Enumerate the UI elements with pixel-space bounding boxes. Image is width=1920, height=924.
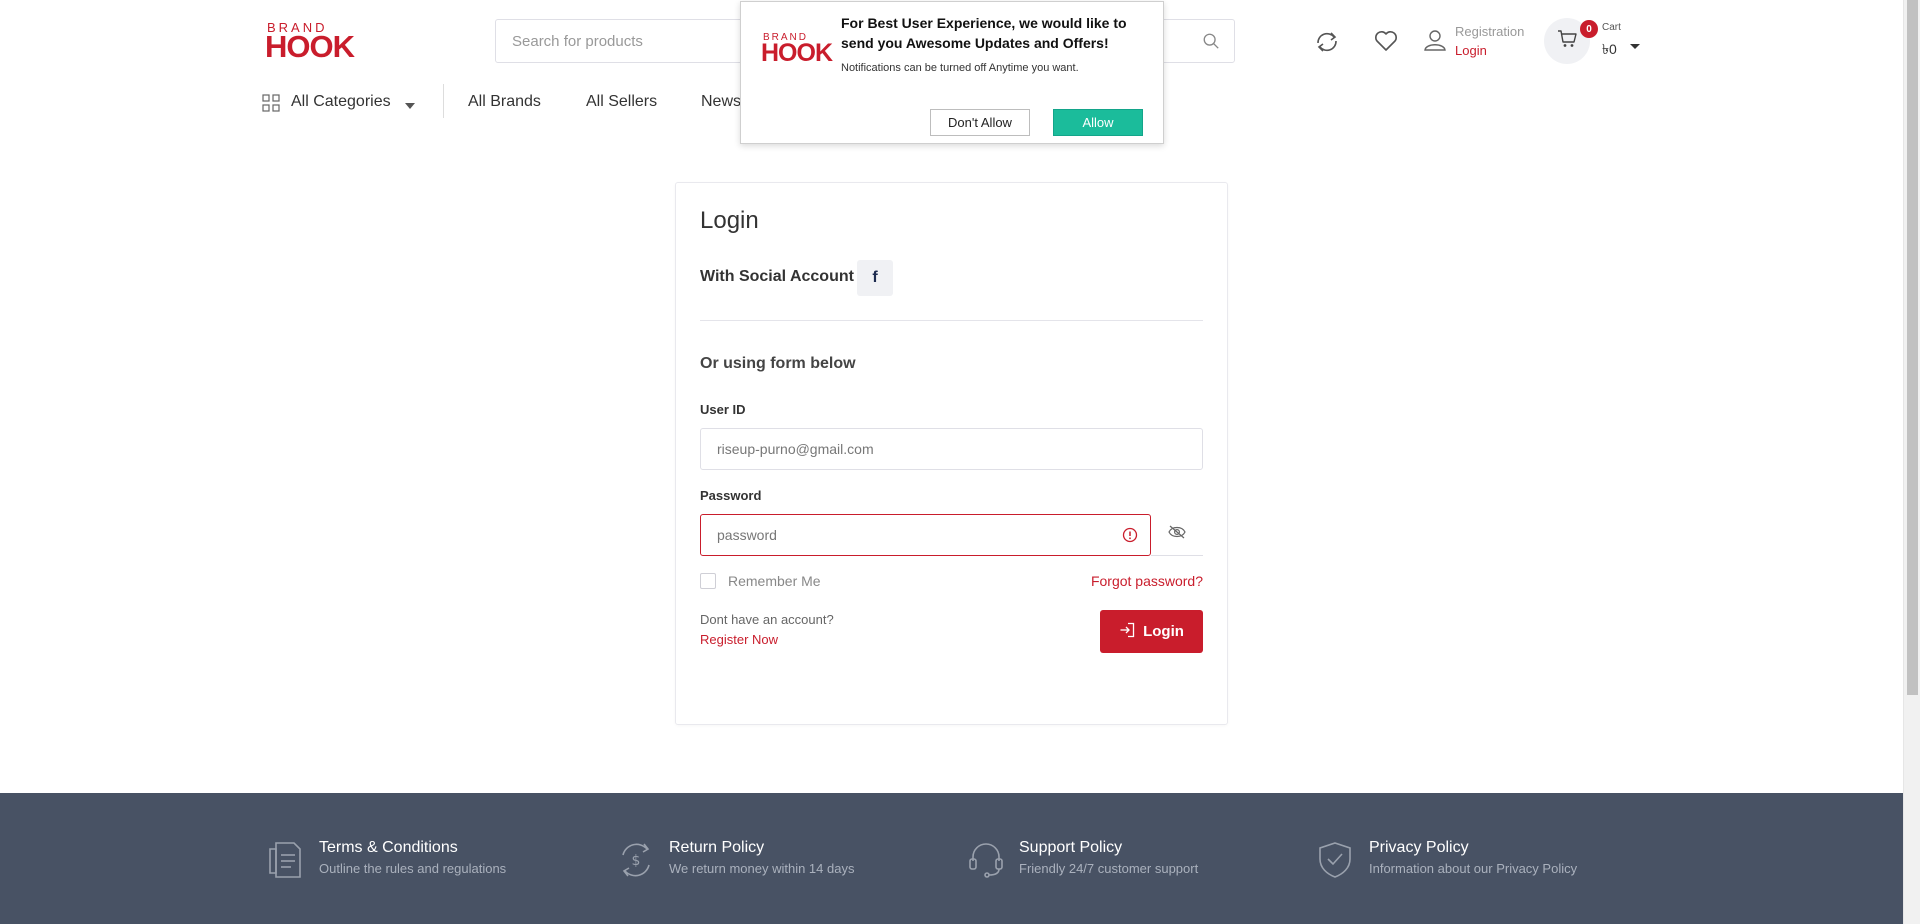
eye-slash-icon <box>1168 525 1186 544</box>
password-label: Password <box>700 488 762 503</box>
facebook-login-button[interactable]: f <box>857 260 893 296</box>
no-account-text: Dont have an account? <box>700 612 834 627</box>
registration-link[interactable]: Registration <box>1455 24 1524 39</box>
user-id-label: User ID <box>700 402 746 417</box>
money-return-icon: $ <box>617 841 655 879</box>
error-icon <box>1122 527 1138 543</box>
facebook-icon: f <box>872 269 878 286</box>
shield-check-icon <box>1317 841 1355 879</box>
divider <box>700 320 1203 321</box>
all-categories-label: All Categories <box>291 93 391 110</box>
scrollbar-thumb[interactable] <box>1907 0 1918 695</box>
brandhook-logo[interactable]: BRAND HOOK <box>265 20 355 64</box>
footer-item-title: Support Policy <box>1019 839 1123 856</box>
nav-link-all-brands[interactable]: All Brands <box>468 93 541 111</box>
register-now-link[interactable]: Register Now <box>700 632 778 647</box>
footer-item-subtitle: Friendly 24/7 customer support <box>1019 861 1199 876</box>
nav-link-all-sellers[interactable]: All Sellers <box>586 93 657 111</box>
logo-hook-text: HOOK <box>265 29 355 64</box>
chevron-down-icon <box>1630 44 1640 49</box>
remember-me-checkbox[interactable] <box>700 573 716 589</box>
popup-body: Notifications can be turned off Anytime … <box>841 62 1079 74</box>
cart-label: Cart <box>1602 22 1621 33</box>
sign-in-icon <box>1119 622 1135 642</box>
cart-count-badge: 0 <box>1580 20 1598 38</box>
password-input[interactable] <box>700 514 1151 556</box>
heart-icon[interactable] <box>1371 26 1401 56</box>
footer-item-title: Privacy Policy <box>1369 839 1469 856</box>
social-account-label: With Social Account <box>700 268 854 285</box>
vertical-scrollbar[interactable] <box>1903 0 1920 924</box>
login-title: Login <box>700 207 759 234</box>
popup-logo-hook-text: HOOK <box>761 39 833 67</box>
footer-item-subtitle: We return money within 14 days <box>669 861 855 876</box>
notification-permission-popup: BRAND HOOK For Best User Experience, we … <box>740 1 1164 144</box>
remember-me-label[interactable]: Remember Me <box>728 573 821 589</box>
popup-title: For Best User Experience, we would like … <box>841 15 1127 51</box>
cart-button[interactable]: 0 Cart ৳0 <box>1544 18 1644 64</box>
forgot-password-link[interactable]: Forgot password? <box>1091 573 1203 589</box>
dont-allow-button[interactable]: Don't Allow <box>930 109 1030 136</box>
footer-item-subtitle: Information about our Privacy Policy <box>1369 861 1578 876</box>
footer-item-title: Terms & Conditions <box>319 839 458 856</box>
all-categories-dropdown[interactable]: All Categories <box>262 90 422 116</box>
user-icon <box>1423 28 1447 52</box>
toggle-password-visibility[interactable] <box>1151 514 1203 556</box>
footer-policies: Terms & Conditions Outline the rules and… <box>0 793 1903 924</box>
account-menu: Registration Login <box>1423 22 1533 62</box>
nav-link-news[interactable]: News <box>701 93 741 111</box>
compare-icon[interactable] <box>1312 27 1342 57</box>
login-button[interactable]: Login <box>1100 610 1203 653</box>
page: BRAND HOOK Registration Login 0 Cart ৳0 <box>0 0 1903 924</box>
form-intro-label: Or using form below <box>700 355 856 372</box>
search-icon[interactable] <box>1202 32 1222 52</box>
svg-text:$: $ <box>632 853 641 869</box>
user-id-input[interactable] <box>700 428 1203 470</box>
login-button-label: Login <box>1143 623 1184 640</box>
nav-divider <box>443 84 444 118</box>
cart-icon <box>1557 29 1577 53</box>
login-link[interactable]: Login <box>1455 43 1487 58</box>
grid-icon <box>262 94 280 112</box>
footer-item-title: Return Policy <box>669 839 765 856</box>
footer-item-subtitle: Outline the rules and regulations <box>319 861 507 876</box>
document-icon <box>267 841 305 879</box>
allow-button[interactable]: Allow <box>1053 109 1143 136</box>
headset-icon <box>967 841 1005 879</box>
cart-amount: ৳0 <box>1602 41 1617 57</box>
login-card: Login With Social Account f Or using for… <box>675 182 1228 725</box>
popup-logo: BRAND HOOK <box>761 32 833 68</box>
caret-down-icon <box>405 103 415 109</box>
